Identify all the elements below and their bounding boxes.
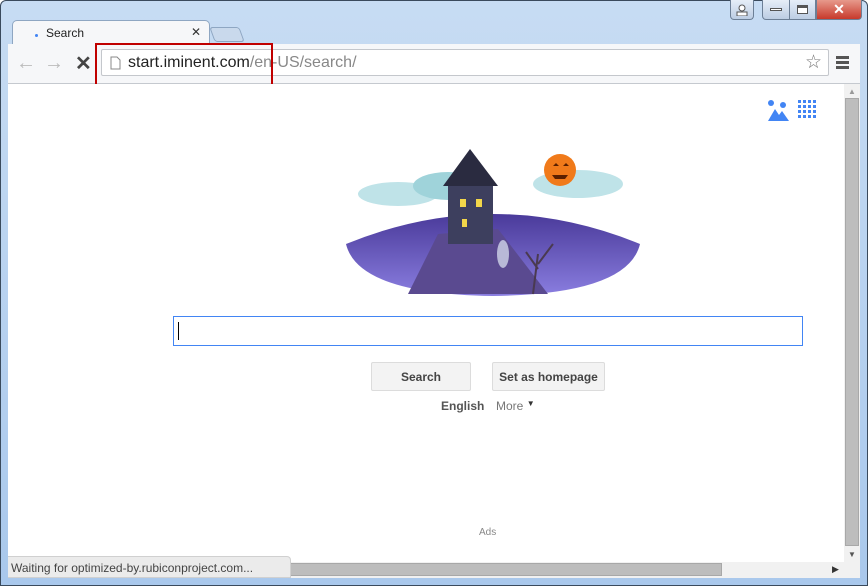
status-text: Waiting for optimized-by.rubiconproject.… (11, 561, 254, 575)
ads-label: Ads (479, 527, 497, 538)
language-english[interactable]: English (441, 399, 484, 413)
bookmark-star-icon[interactable]: ☆ (805, 51, 822, 74)
close-icon: ✕ (833, 1, 845, 17)
vertical-scrollbar[interactable]: ▲ ▼ (844, 84, 860, 562)
stop-button[interactable]: ✕ (75, 51, 92, 76)
images-icon[interactable] (767, 99, 789, 121)
forward-button[interactable]: → (44, 52, 64, 75)
scroll-right-arrow[interactable]: ▶ (832, 564, 839, 575)
tab-close-icon[interactable]: ✕ (191, 25, 201, 39)
minimize-icon (770, 8, 782, 11)
page-content: Search Set as homepage English More ▼ Ad… (8, 84, 844, 562)
back-button[interactable]: ← (16, 52, 36, 75)
status-bubble: Waiting for optimized-by.rubiconproject.… (8, 556, 291, 578)
minimize-button[interactable] (762, 0, 790, 20)
search-button[interactable]: Search (371, 362, 471, 391)
language-more[interactable]: More ▼ (496, 399, 535, 413)
vertical-scroll-thumb[interactable] (845, 98, 859, 546)
scroll-down-arrow[interactable]: ▼ (848, 550, 856, 559)
tab-search[interactable]: Search ✕ (12, 20, 210, 45)
scroll-up-arrow[interactable]: ▲ (848, 87, 856, 96)
more-label: More (496, 399, 524, 413)
new-tab-button[interactable] (209, 27, 245, 42)
text-cursor (178, 322, 179, 340)
close-window-button[interactable]: ✕ (816, 0, 862, 20)
maximize-button[interactable] (789, 0, 816, 20)
maximize-icon (797, 5, 808, 14)
halloween-logo (346, 149, 640, 296)
highlight-box (95, 43, 273, 87)
loading-icon (35, 34, 38, 37)
set-homepage-button[interactable]: Set as homepage (492, 362, 605, 391)
menu-button[interactable] (836, 56, 849, 69)
profile-button[interactable] (730, 0, 754, 20)
apps-grid-icon[interactable] (798, 100, 817, 119)
tab-title: Search (46, 26, 85, 40)
dropdown-arrow-icon: ▼ (526, 399, 535, 408)
user-icon (736, 4, 748, 16)
search-input[interactable] (173, 316, 803, 346)
